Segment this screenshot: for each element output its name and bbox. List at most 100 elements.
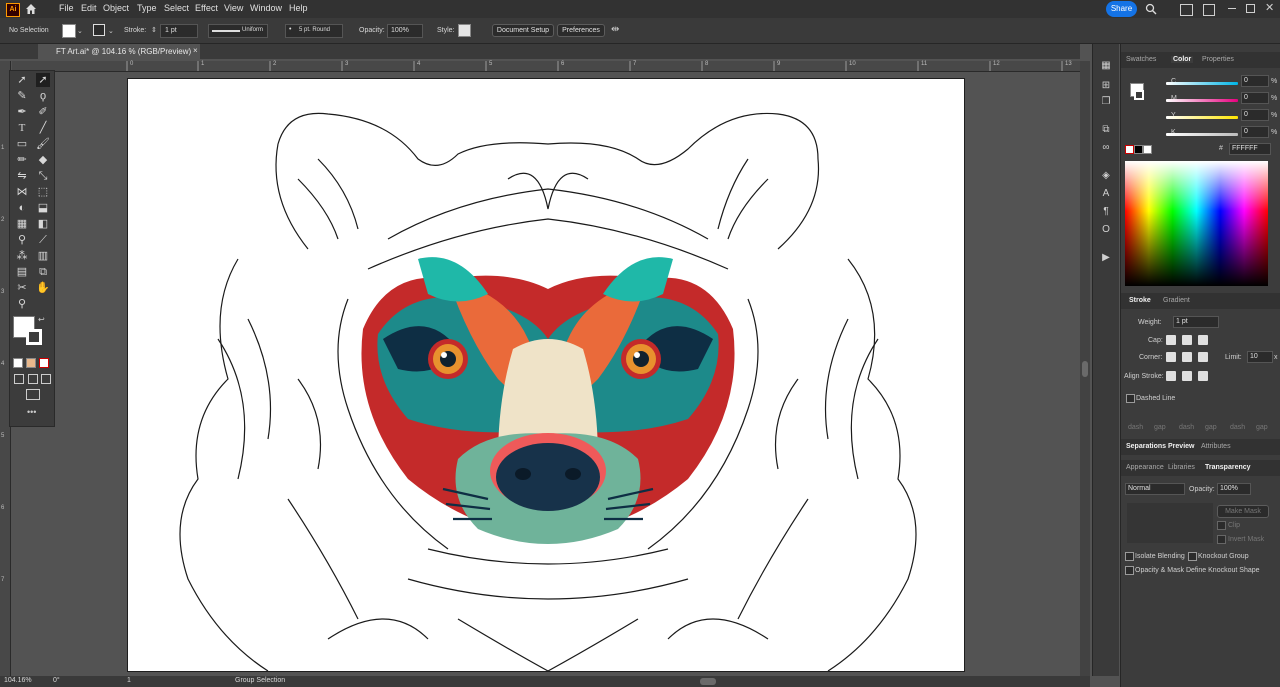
menu-object[interactable]: Object bbox=[103, 3, 129, 13]
swap-colors-icon[interactable]: ↩ bbox=[38, 315, 45, 324]
align-icon[interactable]: ⊞ bbox=[1100, 80, 1112, 92]
tab-separations-preview[interactable]: Separations Preview bbox=[1126, 443, 1194, 450]
projecting-cap-icon[interactable] bbox=[1198, 335, 1208, 345]
opacity-field[interactable]: 100% bbox=[387, 24, 423, 38]
brush-definition[interactable]: • 5 pt. Round bbox=[285, 24, 343, 38]
none-swatch[interactable] bbox=[1125, 145, 1134, 154]
channel-m-field[interactable]: 0 bbox=[1241, 92, 1269, 104]
lasso-icon[interactable]: ϙ bbox=[36, 89, 50, 103]
rotation-angle[interactable]: 0° bbox=[53, 677, 60, 684]
vertical-scroll-thumb[interactable] bbox=[1082, 361, 1088, 377]
slice-tool-icon[interactable]: ✂ bbox=[15, 281, 29, 295]
artboard-number[interactable]: 1 bbox=[127, 677, 131, 684]
home-icon[interactable] bbox=[25, 3, 37, 15]
menu-file[interactable]: File bbox=[59, 3, 74, 13]
width-tool-icon[interactable]: ⋈ bbox=[15, 185, 29, 199]
eraser-tool-icon[interactable]: ◆ bbox=[36, 153, 50, 167]
tab-attributes[interactable]: Attributes bbox=[1201, 443, 1231, 450]
menu-effect[interactable]: Effect bbox=[195, 3, 218, 13]
stroke-dropdown-icon[interactable]: ⌄ bbox=[108, 27, 114, 35]
menu-window[interactable]: Window bbox=[250, 3, 282, 13]
opentype-icon[interactable]: O bbox=[1100, 224, 1112, 236]
draw-normal-icon[interactable] bbox=[14, 374, 24, 384]
zoom-tool-icon[interactable]: ⚲ bbox=[15, 297, 29, 311]
align-outside-icon[interactable] bbox=[1198, 371, 1208, 381]
transparency-opacity-field[interactable]: 100% bbox=[1217, 483, 1251, 495]
horizontal-ruler[interactable]: 0 1 2 3 4 5 6 7 8 9 10 11 12 13 bbox=[12, 61, 1080, 72]
gradient-tool-icon[interactable]: ◧ bbox=[36, 217, 50, 231]
round-cap-icon[interactable] bbox=[1182, 335, 1192, 345]
bar-graph-icon[interactable]: ▤ bbox=[15, 265, 29, 279]
channel-k-field[interactable]: 0 bbox=[1241, 126, 1269, 138]
stroke-stepper-icon[interactable]: ⇕ bbox=[151, 26, 157, 34]
channel-m-slider[interactable] bbox=[1166, 99, 1238, 102]
close-tab-icon[interactable]: × bbox=[193, 46, 198, 55]
variable-width-profile[interactable]: Uniform bbox=[208, 24, 268, 38]
artboard[interactable] bbox=[127, 78, 965, 672]
free-transform-icon[interactable]: ⬚ bbox=[36, 185, 50, 199]
tab-appearance[interactable]: Appearance bbox=[1126, 464, 1164, 471]
channel-y-slider[interactable] bbox=[1166, 116, 1238, 119]
arrange-panel-icon[interactable]: ❐ bbox=[1100, 96, 1112, 108]
share-button[interactable]: Share bbox=[1106, 1, 1137, 17]
fill-dropdown-icon[interactable]: ⌄ bbox=[77, 27, 83, 35]
bevel-join-icon[interactable] bbox=[1198, 352, 1208, 362]
menu-help[interactable]: Help bbox=[289, 3, 308, 13]
artboards-icon[interactable]: ⧉ bbox=[1100, 124, 1112, 136]
menu-type[interactable]: Type bbox=[137, 3, 157, 13]
channel-y-field[interactable]: 0 bbox=[1241, 109, 1269, 121]
fill-swatch[interactable] bbox=[62, 24, 76, 38]
butt-cap-icon[interactable] bbox=[1166, 335, 1176, 345]
line-tool-icon[interactable]: ╱ bbox=[36, 121, 50, 135]
make-mask-button[interactable]: Make Mask bbox=[1217, 505, 1269, 518]
layers-icon[interactable]: ◈ bbox=[1100, 170, 1112, 182]
edit-toolbar-icon[interactable]: ••• bbox=[27, 407, 36, 417]
channel-c-field[interactable]: 0 bbox=[1241, 75, 1269, 87]
isolate-blending-checkbox[interactable] bbox=[1125, 552, 1134, 561]
weight-field[interactable]: 1 pt bbox=[1173, 316, 1219, 328]
blend-tool-icon[interactable]: ⟋ bbox=[36, 233, 50, 247]
direct-selection-tool-icon[interactable]: ➚ bbox=[36, 73, 50, 87]
opacity-mask-checkbox[interactable] bbox=[1125, 566, 1134, 575]
reflect-tool-icon[interactable]: ⇋ bbox=[15, 169, 29, 183]
limit-field[interactable]: 10 bbox=[1247, 351, 1273, 363]
hand-tool-icon[interactable]: ✋ bbox=[36, 281, 50, 295]
document-tab[interactable]: FT Art.ai* @ 104.16 % (RGB/Preview) × bbox=[38, 44, 200, 59]
tab-properties[interactable]: Properties bbox=[1202, 56, 1234, 63]
artboard-tool-icon[interactable]: ⧉ bbox=[36, 265, 50, 279]
clip-checkbox[interactable] bbox=[1217, 521, 1226, 530]
vertical-scrollbar[interactable] bbox=[1080, 61, 1090, 676]
miter-join-icon[interactable] bbox=[1166, 352, 1176, 362]
links-icon[interactable]: ∞ bbox=[1100, 142, 1112, 154]
black-swatch[interactable] bbox=[1134, 145, 1143, 154]
menu-edit[interactable]: Edit bbox=[81, 3, 97, 13]
draw-behind-icon[interactable] bbox=[28, 374, 38, 384]
rectangle-tool-icon[interactable]: ▭ bbox=[15, 137, 29, 151]
blend-mode-dropdown[interactable]: Normal bbox=[1125, 483, 1185, 495]
tab-gradient[interactable]: Gradient bbox=[1163, 297, 1190, 304]
column-graph-icon[interactable]: ▥ bbox=[36, 249, 50, 263]
white-swatch[interactable] bbox=[1143, 145, 1152, 154]
eyedropper-icon[interactable]: ⚲ bbox=[15, 233, 29, 247]
magic-wand-icon[interactable]: ✎ bbox=[15, 89, 29, 103]
restore-icon[interactable] bbox=[1246, 4, 1255, 13]
hex-field[interactable]: FFFFFF bbox=[1229, 143, 1271, 155]
stroke-color-box[interactable] bbox=[26, 329, 42, 345]
grid-icon[interactable]: ▦ bbox=[1100, 60, 1112, 72]
close-window-icon[interactable]: ✕ bbox=[1265, 1, 1274, 14]
selection-tool-icon[interactable]: ➚ bbox=[15, 73, 29, 87]
none-mode-icon[interactable] bbox=[39, 358, 49, 368]
arrange-documents-icon[interactable] bbox=[1180, 4, 1193, 16]
align-inside-icon[interactable] bbox=[1182, 371, 1192, 381]
zoom-level[interactable]: 104.16% bbox=[4, 677, 32, 684]
channel-k-slider[interactable] bbox=[1166, 133, 1238, 136]
graphic-style-swatch[interactable] bbox=[458, 24, 471, 37]
scale-tool-icon[interactable]: ⤡ bbox=[36, 169, 50, 183]
tab-stroke[interactable]: Stroke bbox=[1129, 297, 1151, 304]
color-mode-icon[interactable] bbox=[13, 358, 23, 368]
paragraph-icon[interactable]: ¶ bbox=[1100, 206, 1112, 218]
tab-transparency[interactable]: Transparency bbox=[1205, 464, 1251, 471]
type-tool-icon[interactable]: T bbox=[15, 121, 29, 135]
color-stroke-box[interactable] bbox=[1134, 90, 1144, 100]
align-center-icon[interactable] bbox=[1166, 371, 1176, 381]
